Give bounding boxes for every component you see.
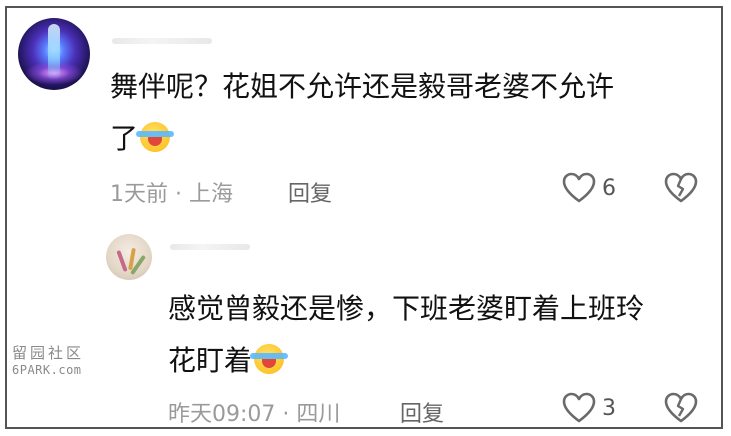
reply-text-line-2: 花盯着 [168,340,289,382]
watermark-en: 6PARK.com [12,363,82,377]
commenter-avatar[interactable] [18,18,90,90]
heart-icon [562,392,596,423]
like-count: 3 [602,395,616,421]
watermark-cn: 留园社区 [12,344,85,362]
like-count: 6 [602,175,616,201]
broken-heart-icon [664,392,698,423]
heart-icon [562,172,596,203]
reply-time: 昨天09:07 [168,402,276,427]
reply-meta: 昨天09:07 · 四川 [168,396,340,428]
comment-text-line-1: 舞伴呢？花姐不允许还是毅哥老婆不允许 [110,70,615,103]
reply-button[interactable]: 回复 [400,396,444,428]
crying-laughing-emoji-icon [136,122,175,152]
meta-separator: · [282,402,290,427]
reply-text-line-1: 感觉曾毅还是惨，下班老婆盯着上班玲 [168,292,645,325]
like-button[interactable]: 6 [562,172,616,204]
reply-location: 四川 [296,402,341,427]
commenter-name-placeholder [112,38,212,44]
comment-meta: 1天前 · 上海 [110,176,233,208]
comment-location: 上海 [189,182,234,207]
reply-text-line-2-content: 花盯着 [168,344,253,377]
comment-text-line-2-content: 了 [110,122,139,155]
dislike-button[interactable] [664,172,698,204]
broken-heart-icon [664,172,698,203]
comment-text-line-2: 了 [110,118,175,160]
site-watermark: 留园社区 6PARK.com [12,342,96,377]
reply-commenter-name-placeholder [170,244,250,250]
like-button[interactable]: 3 [562,392,616,424]
comment-time: 1天前 [110,182,168,207]
crying-laughing-emoji-icon [250,344,289,374]
dislike-button[interactable] [664,392,698,424]
reply-button[interactable]: 回复 [288,176,332,208]
meta-separator: · [175,182,182,207]
reply-commenter-avatar[interactable] [106,234,152,280]
